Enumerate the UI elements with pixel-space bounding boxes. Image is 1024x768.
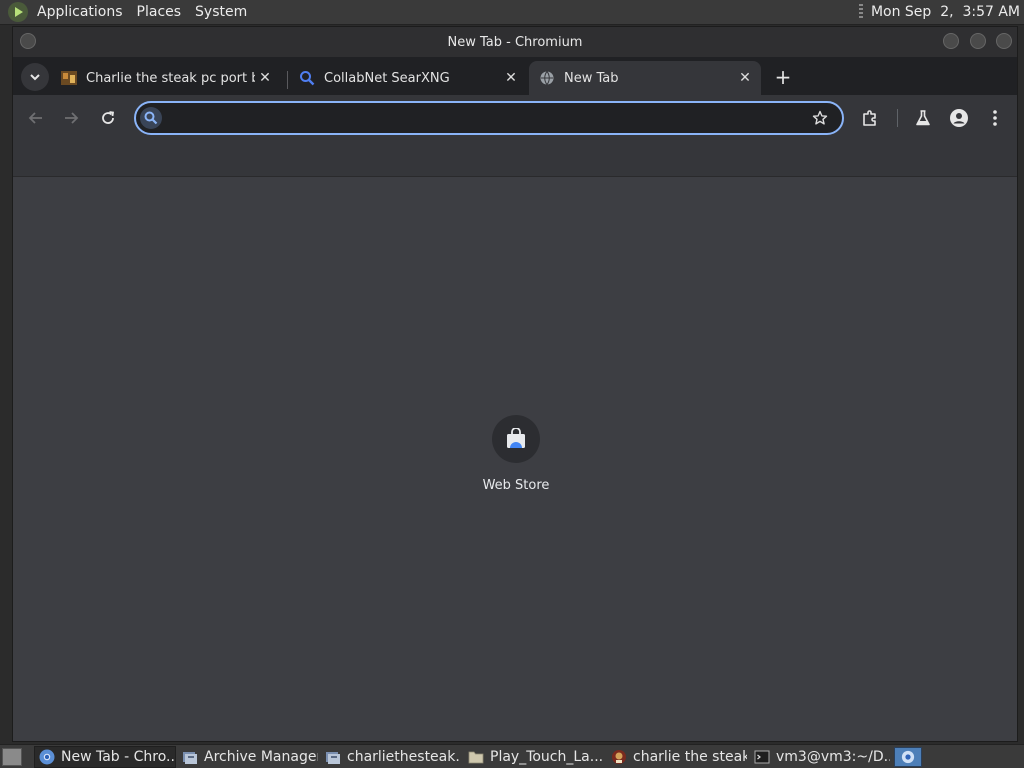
arrow-left-icon <box>28 112 42 124</box>
tab-collabnet-searxng[interactable]: CollabNet SearXNG ✕ <box>289 61 527 95</box>
avatar-icon <box>950 109 968 127</box>
taskbar-item-label: New Tab - Chro... <box>61 749 175 765</box>
taskbar-item-label: charliethesteak.... <box>347 749 461 765</box>
star-icon <box>812 110 828 125</box>
bookmark-star-button[interactable] <box>810 108 830 128</box>
close-tab-icon[interactable]: ✕ <box>501 68 521 88</box>
flask-icon <box>916 110 930 126</box>
new-tab-button[interactable]: + <box>771 65 795 89</box>
toolbar-divider <box>897 109 898 127</box>
folder-icon <box>468 749 484 765</box>
address-bar[interactable] <box>134 101 844 135</box>
taskbar-item-play-touch-folder[interactable]: Play_Touch_La... <box>464 746 604 768</box>
shortcut-label: Web Store <box>482 478 550 493</box>
window-menu-button[interactable] <box>20 33 36 49</box>
taskbar-item-label: Archive Manager <box>204 749 318 765</box>
tab-divider <box>287 71 288 89</box>
arrow-right-icon <box>65 112 79 124</box>
new-tab-page: Web Store <box>13 177 1017 741</box>
chromium-icon <box>901 750 915 764</box>
archive-file-icon <box>325 749 341 765</box>
forward-button[interactable] <box>59 106 83 130</box>
web-store-icon <box>507 428 525 448</box>
minimize-button[interactable] <box>943 33 959 49</box>
extensions-button[interactable] <box>859 107 881 129</box>
tab-title: CollabNet SearXNG <box>324 70 450 86</box>
system-menu[interactable]: System <box>188 0 254 24</box>
chromium-icon <box>39 749 55 765</box>
search-icon <box>299 70 315 86</box>
address-input[interactable] <box>170 108 794 130</box>
taskbar-item-label: charlie the steak <box>633 749 747 765</box>
tab-title: Charlie the steak pc port by L <box>86 70 255 86</box>
close-tab-icon[interactable]: ✕ <box>735 68 755 88</box>
taskbar-item-terminal[interactable]: vm3@vm3:~/D... <box>750 746 890 768</box>
show-desktop-button[interactable] <box>2 748 22 766</box>
maximize-button[interactable] <box>970 33 986 49</box>
game-thumbnail-icon <box>61 70 77 86</box>
tab-title: New Tab <box>564 70 619 86</box>
bookmark-bar <box>13 141 1017 177</box>
shortcut-icon-circle <box>492 415 540 463</box>
close-window-button[interactable] <box>996 33 1012 49</box>
browser-window: New Tab - Chromium Charlie the steak pc … <box>12 26 1018 742</box>
taskbar-item-label: Play_Touch_La... <box>490 749 604 765</box>
taskbar-item-charliethesteak-archive[interactable]: charliethesteak.... <box>321 746 461 768</box>
applications-logo-icon[interactable] <box>8 2 28 22</box>
kebab-menu-icon <box>993 110 997 126</box>
clock[interactable]: Mon Sep 2, 3:57 AM <box>871 4 1020 20</box>
puzzle-icon <box>863 110 876 126</box>
shortcut-web-store[interactable]: Web Store <box>476 415 556 495</box>
game-icon <box>611 749 627 765</box>
tab-charlie-the-steak[interactable]: Charlie the steak pc port by L ✕ <box>51 61 281 95</box>
terminal-icon <box>754 749 770 765</box>
taskbar-item-chromium[interactable]: New Tab - Chro... <box>34 746 176 768</box>
taskbar-item-label: vm3@vm3:~/D... <box>776 749 890 765</box>
taskbar: New Tab - Chro... Archive Manager charli… <box>0 744 1024 768</box>
profile-button[interactable] <box>948 107 970 129</box>
taskbar-item-charlie-the-steak-game[interactable]: charlie the steak <box>607 746 747 768</box>
reload-button[interactable] <box>96 106 120 130</box>
top-panel: Applications Places System Mon Sep 2, 3:… <box>0 0 1024 25</box>
window-title: New Tab - Chromium <box>447 34 583 50</box>
close-tab-icon[interactable]: ✕ <box>255 68 275 88</box>
applications-menu[interactable]: Applications <box>30 0 130 24</box>
workspace-switcher[interactable] <box>894 747 922 767</box>
archive-manager-icon <box>182 749 198 765</box>
tab-new-tab[interactable]: New Tab ✕ <box>529 61 761 95</box>
taskbar-item-archive-manager[interactable]: Archive Manager <box>178 746 318 768</box>
browser-toolbar <box>13 95 1017 141</box>
search-icon <box>140 107 162 129</box>
tab-search-button[interactable] <box>21 63 49 91</box>
window-titlebar[interactable]: New Tab - Chromium <box>13 27 1017 57</box>
browser-menu-button[interactable] <box>984 107 1006 129</box>
places-menu[interactable]: Places <box>130 0 189 24</box>
tab-strip: Charlie the steak pc port by L ✕ CollabN… <box>13 57 1017 95</box>
reload-icon <box>102 111 115 124</box>
globe-icon <box>539 70 555 86</box>
chevron-down-icon <box>30 74 40 81</box>
clock-area: Mon Sep 2, 3:57 AM <box>858 0 1020 24</box>
plus-icon: + <box>774 65 792 89</box>
panel-separator-handle[interactable] <box>858 4 863 20</box>
back-button[interactable] <box>24 106 48 130</box>
labs-button[interactable] <box>912 107 934 129</box>
